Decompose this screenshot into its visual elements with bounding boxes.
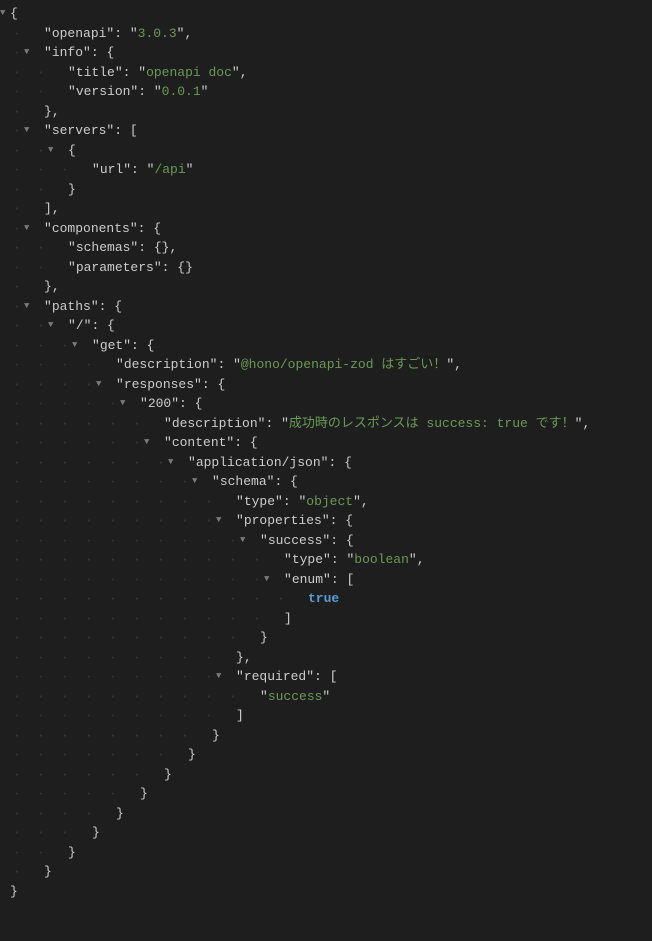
line-responses-close: ····} (0, 804, 652, 824)
line-root-close: } (0, 882, 652, 902)
line-desc1: ····"description": "@hono/openapi-zod はす… (0, 355, 652, 375)
fold-caret[interactable]: ▼ (240, 531, 250, 551)
line-200-open: ·····▼"200": { (0, 394, 652, 414)
fold-caret[interactable]: ▼ (24, 121, 34, 141)
fold-caret[interactable]: ▼ (120, 394, 130, 414)
fold-caret[interactable]: ▼ (264, 570, 274, 590)
line-desc2: ······"description": "成功時のレスポンスは success… (0, 414, 652, 434)
line-required-item: ··········"success" (0, 687, 652, 707)
line-get-open: ···▼"get": { (0, 336, 652, 356)
line-true: ············true (0, 589, 652, 609)
line-schemas: ··"schemas": {}, (0, 238, 652, 258)
fold-caret[interactable]: ▼ (216, 667, 226, 687)
line-required-close: ·········] (0, 706, 652, 726)
line-success-close: ··········} (0, 628, 652, 648)
fold-caret[interactable]: ▼ (192, 472, 202, 492)
line-appjson-close: ·······} (0, 745, 652, 765)
fold-caret[interactable]: ▼ (48, 141, 58, 161)
line-schema-close: ········} (0, 726, 652, 746)
line-parameters: ··"parameters": {} (0, 258, 652, 278)
line-success-open: ··········▼"success": { (0, 531, 652, 551)
line-enum-close: ···········] (0, 609, 652, 629)
json-tree-editor: ▼{ ·"openapi": "3.0.3", ·▼"info": { ··"t… (0, 0, 652, 941)
line-servers-close: ·], (0, 199, 652, 219)
line-path-root-open: ··▼"/": { (0, 316, 652, 336)
line-200-close: ·····} (0, 784, 652, 804)
fold-caret[interactable]: ▼ (24, 297, 34, 317)
fold-caret[interactable]: ▼ (72, 336, 82, 356)
line-appjson-open: ·······▼"application/json": { (0, 453, 652, 473)
line-paths-open: ·▼"paths": { (0, 297, 652, 317)
fold-caret[interactable]: ▼ (0, 4, 10, 24)
line-paths-close: ·} (0, 862, 652, 882)
line-required-open: ·········▼"required": [ (0, 667, 652, 687)
line-server-item-close: ··} (0, 180, 652, 200)
fold-caret[interactable]: ▼ (144, 433, 154, 453)
fold-caret[interactable]: ▼ (216, 511, 226, 531)
line-version: ··"version": "0.0.1" (0, 82, 652, 102)
line-components-open: ·▼"components": { (0, 219, 652, 239)
line-content-open: ······▼"content": { (0, 433, 652, 453)
line-info-open: ·▼"info": { (0, 43, 652, 63)
line-url: ···"url": "/api" (0, 160, 652, 180)
line-enum-open: ···········▼"enum": [ (0, 570, 652, 590)
fold-caret[interactable]: ▼ (24, 43, 34, 63)
line-servers-open: ·▼"servers": [ (0, 121, 652, 141)
line-type-object: ·········"type": "object", (0, 492, 652, 512)
fold-caret[interactable]: ▼ (96, 375, 106, 395)
line-schema-open: ········▼"schema": { (0, 472, 652, 492)
line-components-close: ·}, (0, 277, 652, 297)
fold-caret[interactable]: ▼ (48, 316, 58, 336)
line-path-root-close: ··} (0, 843, 652, 863)
line-server-item-open: ··▼{ (0, 141, 652, 161)
line-type-boolean: ···········"type": "boolean", (0, 550, 652, 570)
line-openapi: ·"openapi": "3.0.3", (0, 24, 652, 44)
line-get-close: ···} (0, 823, 652, 843)
line-properties-close: ·········}, (0, 648, 652, 668)
fold-caret[interactable]: ▼ (168, 453, 178, 473)
line-info-close: ·}, (0, 102, 652, 122)
line-title: ··"title": "openapi doc", (0, 63, 652, 83)
line-properties-open: ·········▼"properties": { (0, 511, 652, 531)
fold-caret[interactable]: ▼ (24, 219, 34, 239)
line-root-open: ▼{ (0, 4, 652, 24)
line-responses-open: ····▼"responses": { (0, 375, 652, 395)
line-content-close: ······} (0, 765, 652, 785)
